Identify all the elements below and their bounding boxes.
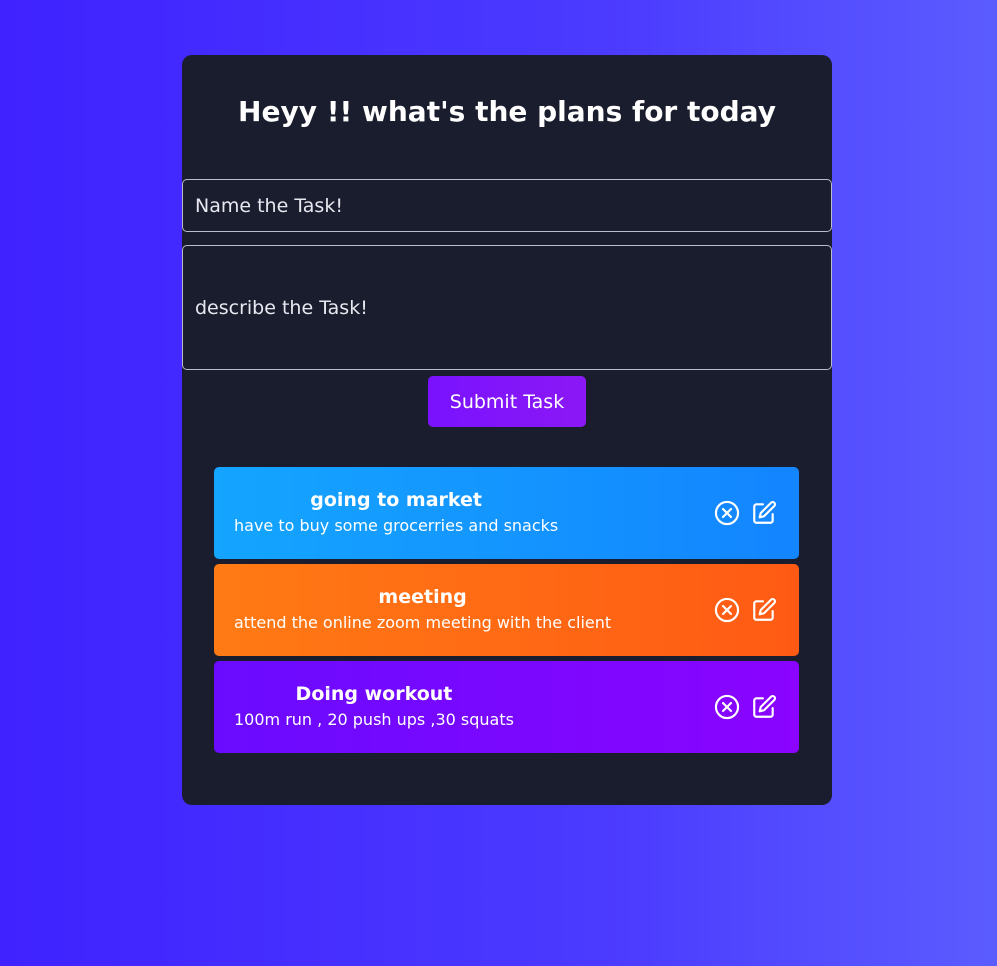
task-title: meeting [378, 586, 467, 608]
task-description: attend the online zoom meeting with the … [234, 613, 612, 632]
task-description: have to buy some grocerries and snacks [234, 516, 559, 535]
task-card: meeting attend the online zoom meeting w… [214, 564, 799, 656]
page-title: Heyy !! what's the plans for today [238, 95, 776, 128]
close-circle-icon[interactable] [714, 500, 740, 526]
edit-icon[interactable] [751, 694, 777, 720]
task-name-input[interactable] [182, 179, 832, 232]
task-title: going to market [310, 489, 482, 511]
task-text: meeting attend the online zoom meeting w… [234, 586, 611, 633]
close-circle-icon[interactable] [714, 597, 740, 623]
close-circle-icon[interactable] [714, 694, 740, 720]
task-card: Doing workout 100m run , 20 push ups ,30… [214, 661, 799, 753]
todo-panel: Heyy !! what's the plans for today descr… [182, 55, 832, 805]
edit-icon[interactable] [751, 597, 777, 623]
task-text: going to market have to buy some grocerr… [234, 489, 558, 536]
task-description: 100m run , 20 push ups ,30 squats [234, 710, 514, 729]
task-description-input[interactable]: describe the Task! [182, 245, 832, 370]
submit-task-button[interactable]: Submit Task [428, 376, 586, 427]
task-title: Doing workout [295, 683, 453, 705]
task-text: Doing workout 100m run , 20 push ups ,30… [234, 683, 514, 730]
edit-icon[interactable] [751, 500, 777, 526]
task-card: going to market have to buy some grocerr… [214, 467, 799, 559]
